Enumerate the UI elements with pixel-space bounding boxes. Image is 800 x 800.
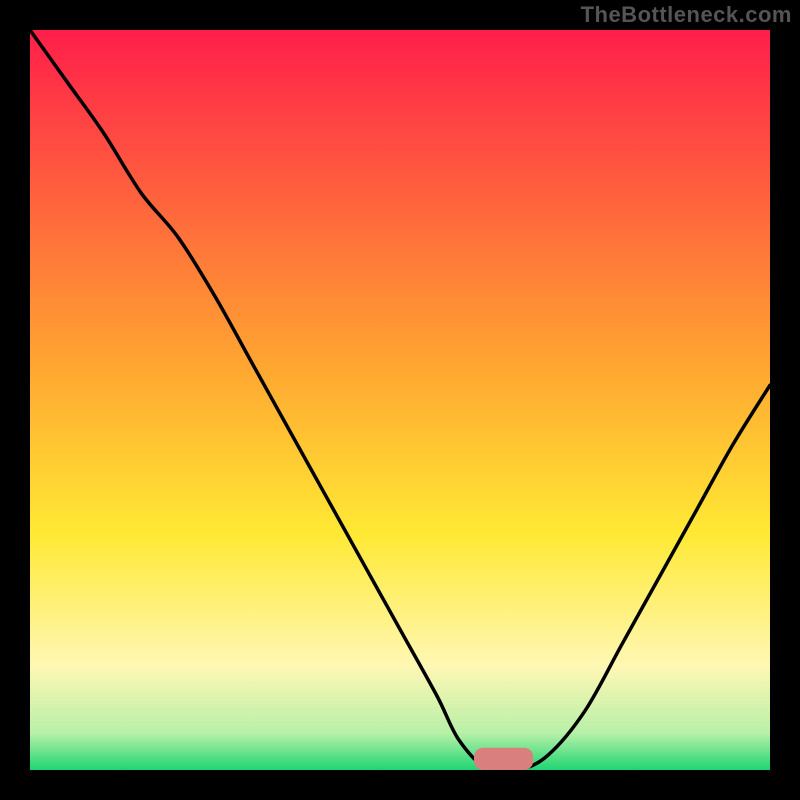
chart-svg [30, 30, 770, 770]
gradient-background [30, 30, 770, 770]
chart-frame: TheBottleneck.com [0, 0, 800, 800]
optimum-marker [474, 748, 533, 770]
plot-area [30, 30, 770, 770]
watermark-text: TheBottleneck.com [581, 2, 792, 28]
